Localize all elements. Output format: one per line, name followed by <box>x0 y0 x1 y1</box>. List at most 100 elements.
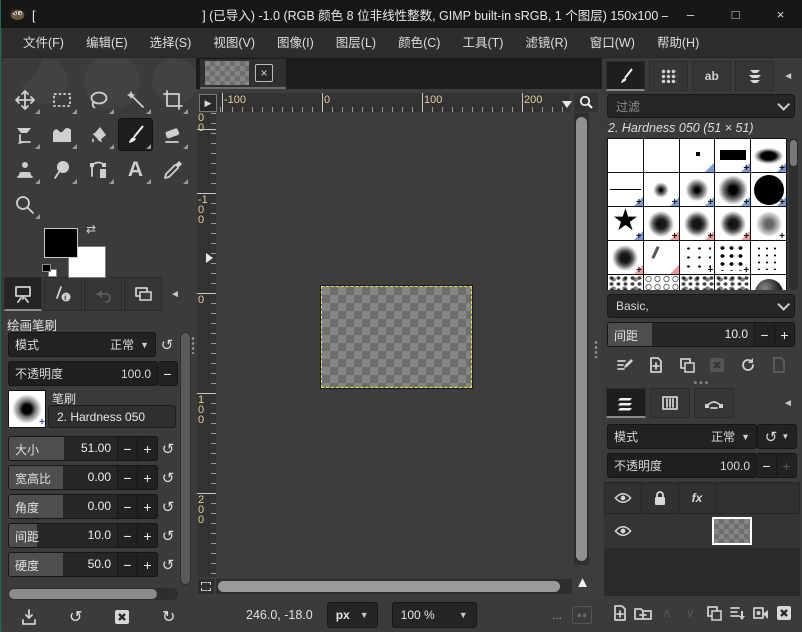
brush-cell-splat[interactable]: + <box>608 241 643 274</box>
raise-layer-icon[interactable]: ∧ <box>657 602 677 624</box>
hardness-slider[interactable]: 硬度 50.0 <box>8 552 118 577</box>
angle-plus-button[interactable]: + <box>138 494 158 519</box>
delete-layer-icon[interactable] <box>774 602 794 624</box>
delete-preset-button[interactable] <box>109 605 135 629</box>
brush-cell-blank[interactable] <box>644 139 679 172</box>
brush-name-field[interactable]: 2. Hardness 050 <box>48 405 176 428</box>
lock-pixels-icon[interactable] <box>642 483 679 513</box>
size-minus-button[interactable]: − <box>118 436 138 461</box>
reset-tool-options-button[interactable]: ↻ <box>156 605 182 629</box>
menu-view[interactable]: 视图(V) <box>202 28 266 58</box>
duplicate-brush-icon[interactable] <box>676 354 698 376</box>
tab-gradients[interactable] <box>735 61 774 91</box>
zoom-dropdown[interactable]: 100 % ▼ <box>392 602 477 628</box>
brush-cell-dots-sparse[interactable]: + <box>680 241 715 274</box>
bucket-fill-tool[interactable] <box>82 119 115 150</box>
layer-thumbnail[interactable] <box>712 517 752 545</box>
duplicate-layer-icon[interactable] <box>704 602 724 624</box>
tab-fonts[interactable]: ab <box>692 61 731 91</box>
menu-tools[interactable]: 工具(T) <box>451 28 514 58</box>
close-button[interactable]: × <box>758 0 802 28</box>
brush-filter-input[interactable]: 过滤 <box>607 94 795 118</box>
refresh-brushes-icon[interactable] <box>737 354 759 376</box>
menu-filters[interactable]: 滤镜(R) <box>514 28 578 58</box>
brush-cell-texture[interactable] <box>608 275 643 290</box>
opacity-slider[interactable]: 不透明度 100.0 <box>8 361 158 386</box>
paths-tool[interactable] <box>82 154 115 185</box>
brush-cell-dash[interactable] <box>644 241 679 274</box>
delete-brush-icon[interactable] <box>706 354 728 376</box>
layer-mode-dropdown[interactable]: 模式 正常 ▼ <box>607 424 757 449</box>
rectangle-select-tool[interactable] <box>45 84 78 115</box>
new-brush-icon[interactable] <box>645 354 667 376</box>
layers-collapse-icon[interactable]: ◄ <box>778 398 798 409</box>
open-brush-as-image-icon[interactable] <box>768 354 790 376</box>
lock-effects-icon[interactable]: fx <box>679 483 716 513</box>
brush-cell-circle-large[interactable]: + <box>751 173 786 206</box>
size-slider[interactable]: 大小 51.00 <box>8 436 118 461</box>
menu-file[interactable]: 文件(F) <box>12 28 75 58</box>
move-tool[interactable] <box>8 84 41 115</box>
tab-images[interactable] <box>124 277 162 311</box>
free-select-tool[interactable] <box>82 84 115 115</box>
image-tab[interactable]: × <box>200 59 286 89</box>
layer-mode-reset-button[interactable]: ↺ ▼ <box>757 424 797 449</box>
new-layer-group-icon[interactable] <box>633 602 653 624</box>
opacity-minus-button[interactable]: − <box>158 361 178 386</box>
brush-grid-scrollbar[interactable] <box>789 138 798 290</box>
foreground-color-swatch[interactable] <box>44 228 78 258</box>
angle-slider[interactable]: 角度 0.00 <box>8 494 118 519</box>
menu-help[interactable]: 帮助(H) <box>646 28 710 58</box>
aspect-reset-icon[interactable]: ↺ <box>158 465 178 490</box>
brush-cell-fuzzy[interactable]: + <box>751 207 786 240</box>
brush-spacing-slider[interactable]: 间距 10.0 <box>607 322 755 347</box>
brush-cell-texture[interactable] <box>715 275 750 290</box>
left-dock-handle[interactable] <box>191 336 195 354</box>
canvas-hscrollbar[interactable] <box>216 579 572 594</box>
menu-image[interactable]: 图像(I) <box>266 28 325 58</box>
menu-layer[interactable]: 图层(L) <box>325 28 387 58</box>
menu-colors[interactable]: 颜色(C) <box>387 28 451 58</box>
new-layer-icon[interactable] <box>610 602 630 624</box>
paint-mode-dropdown[interactable]: 模式 正常 ▼ <box>8 332 156 357</box>
brush-cell-soft-large[interactable]: + <box>715 173 750 206</box>
layer-opacity-slider[interactable]: 不透明度 100.0 <box>607 453 757 478</box>
brush-cell-blank[interactable] <box>608 139 643 172</box>
lock-visibility-icon[interactable] <box>605 483 642 513</box>
right-dock-handle[interactable] <box>594 340 598 358</box>
tab-tool-options[interactable] <box>4 277 42 311</box>
zoom-follow-window-icon[interactable] <box>574 93 598 112</box>
paintbrush-tool[interactable] <box>119 119 152 150</box>
size-plus-button[interactable]: + <box>138 436 158 461</box>
unified-transform-tool[interactable] <box>8 119 41 150</box>
horizontal-ruler[interactable]: -100 0 100 200 <box>218 93 570 112</box>
tab-device-status[interactable]: i <box>44 277 82 311</box>
canvas-viewport[interactable] <box>216 113 572 577</box>
default-colors-icon[interactable] <box>42 264 58 278</box>
brush-cell-star[interactable]: ★+ <box>608 207 643 240</box>
layer-opacity-plus-button[interactable]: + <box>777 453 797 478</box>
angle-reset-icon[interactable]: ↺ <box>158 494 178 519</box>
eraser-tool[interactable] <box>156 119 189 150</box>
brush-cell-rings[interactable] <box>644 275 679 290</box>
canvas-vscrollbar[interactable] <box>574 113 589 565</box>
spacing-reset-icon[interactable]: ↺ <box>158 523 178 548</box>
brush-cell-splat[interactable]: + <box>680 207 715 240</box>
crop-tool[interactable] <box>156 84 189 115</box>
restore-preset-button[interactable]: ↺ <box>63 605 89 629</box>
layer-row[interactable] <box>604 514 800 548</box>
brush-cell-dots-fine[interactable] <box>751 241 786 274</box>
hardness-plus-button[interactable]: + <box>138 552 158 577</box>
tab-paths[interactable] <box>694 388 734 418</box>
merge-layer-icon[interactable] <box>727 602 747 624</box>
fuzzy-select-tool[interactable] <box>119 84 152 115</box>
brush-preview[interactable]: + <box>8 390 46 428</box>
text-tool[interactable]: A <box>119 154 152 185</box>
toolbox-collapse-icon[interactable]: ◄ <box>164 282 186 306</box>
brush-cell-dots-cluster[interactable]: + <box>715 241 750 274</box>
tab-channels[interactable] <box>650 388 690 418</box>
brush-cell-ellipse[interactable]: + <box>751 139 786 172</box>
brush-spacing-plus-button[interactable]: + <box>775 322 795 347</box>
angle-minus-button[interactable]: − <box>118 494 138 519</box>
brush-group-dropdown[interactable]: Basic, <box>607 294 795 318</box>
